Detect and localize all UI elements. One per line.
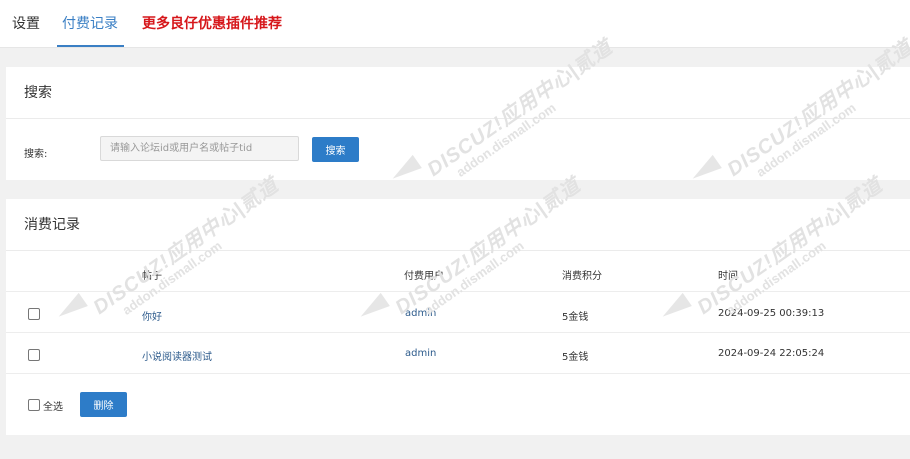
search-panel-title: 搜索 [6, 67, 910, 119]
search-input[interactable] [100, 136, 299, 161]
time-cell: 2024-09-25 00:39:13 [718, 308, 825, 319]
search-panel: 搜索 搜索: 搜索 [6, 67, 910, 180]
row-checkbox[interactable] [28, 308, 40, 320]
user-link[interactable]: admin [405, 308, 436, 319]
points-cell: 5金钱 [562, 352, 589, 363]
search-button[interactable]: 搜索 [312, 137, 359, 162]
search-label: 搜索: [24, 149, 48, 160]
row-checkbox[interactable] [28, 349, 40, 361]
active-tab-indicator [57, 45, 124, 47]
user-link[interactable]: admin [405, 348, 436, 359]
points-cell: 5金钱 [562, 312, 589, 323]
delete-button[interactable]: 删除 [80, 392, 127, 417]
top-nav: 设置 付费记录 更多良仔优惠插件推荐 [0, 0, 910, 48]
records-panel-title: 消费记录 [6, 199, 910, 251]
post-link[interactable]: 小说阅读器测试 [142, 348, 212, 363]
select-all-checkbox[interactable] [28, 399, 40, 411]
post-link[interactable]: 你好 [142, 308, 162, 323]
column-header-time: 时间 [718, 271, 738, 282]
time-cell: 2024-09-24 22:05:24 [718, 348, 825, 359]
divider [6, 373, 910, 374]
divider [6, 291, 910, 292]
tab-settings[interactable]: 设置 [12, 0, 40, 48]
records-panel: 消费记录 帖子 付费用户 消费积分 时间 你好 admin 5金钱 2024-0… [6, 199, 910, 435]
tab-more-plugins[interactable]: 更多良仔优惠插件推荐 [142, 0, 282, 48]
column-header-user: 付费用户 [404, 271, 444, 282]
divider [6, 332, 910, 333]
column-header-points: 消费积分 [562, 271, 602, 282]
select-all-label[interactable]: 全选 [43, 398, 63, 413]
column-header-post: 帖子 [142, 271, 162, 282]
tab-payment-records[interactable]: 付费记录 [62, 0, 118, 48]
